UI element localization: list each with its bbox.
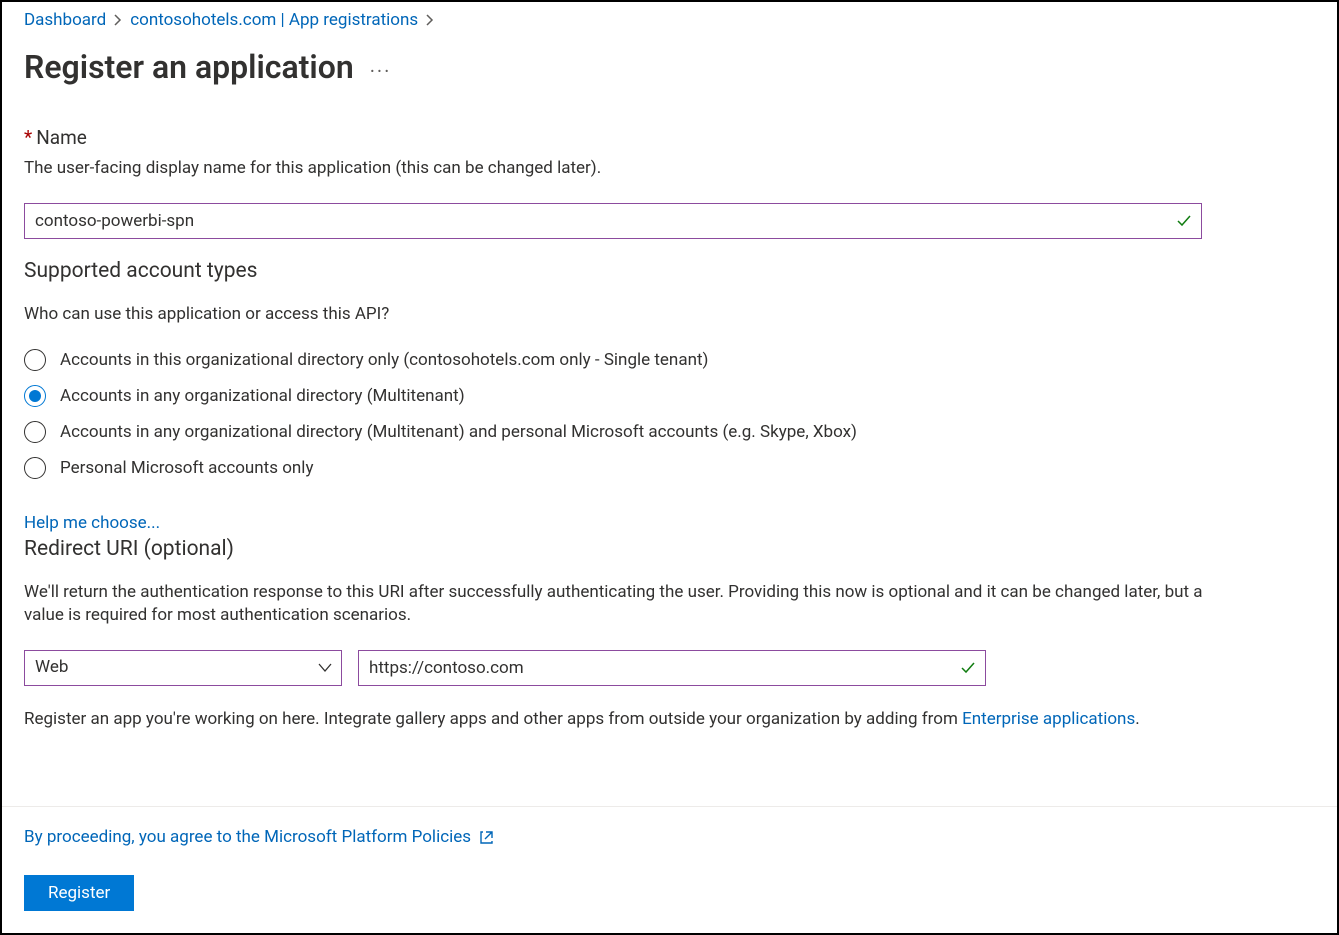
radio-icon (24, 457, 46, 479)
radio-icon (24, 385, 46, 407)
account-types-radio-group: Accounts in this organizational director… (24, 349, 1315, 479)
breadcrumb-app-registrations[interactable]: contosohotels.com | App registrations (130, 10, 418, 30)
more-icon[interactable]: ··· (370, 59, 392, 83)
account-types-subtitle: Who can use this application or access t… (24, 303, 1315, 327)
radio-multitenant[interactable]: Accounts in any organizational directory… (24, 385, 1315, 407)
chevron-right-icon (426, 14, 434, 26)
redirect-uri-input[interactable] (358, 650, 986, 686)
register-button[interactable]: Register (24, 875, 134, 911)
redirect-uri-help: We'll return the authentication response… (24, 581, 1224, 629)
radio-personal-only[interactable]: Personal Microsoft accounts only (24, 457, 1315, 479)
redirect-uri-title: Redirect URI (optional) (24, 537, 1315, 561)
name-help-text: The user-facing display name for this ap… (24, 157, 1315, 181)
integrate-help-text: Register an app you're working on here. … (24, 708, 1315, 732)
help-me-choose-link[interactable]: Help me choose... (24, 513, 1315, 533)
radio-multitenant-personal[interactable]: Accounts in any organizational directory… (24, 421, 1315, 443)
name-input[interactable] (24, 203, 1202, 239)
radio-label: Accounts in any organizational directory… (60, 422, 857, 442)
radio-icon (24, 421, 46, 443)
breadcrumb: Dashboard contosohotels.com | App regist… (24, 10, 1315, 30)
enterprise-applications-link[interactable]: Enterprise applications (962, 709, 1135, 729)
radio-label: Accounts in any organizational directory… (60, 386, 465, 406)
radio-single-tenant[interactable]: Accounts in this organizational director… (24, 349, 1315, 371)
chevron-right-icon (114, 14, 122, 26)
external-link-icon (479, 830, 494, 845)
platform-policies-link[interactable]: By proceeding, you agree to the Microsof… (24, 827, 494, 847)
footer: By proceeding, you agree to the Microsof… (2, 806, 1337, 933)
radio-label: Personal Microsoft accounts only (60, 458, 313, 478)
page-title: Register an application (24, 48, 354, 86)
breadcrumb-dashboard[interactable]: Dashboard (24, 10, 106, 30)
name-label: *Name (24, 126, 1315, 149)
radio-label: Accounts in this organizational director… (60, 350, 708, 370)
account-types-title: Supported account types (24, 259, 1315, 283)
radio-icon (24, 349, 46, 371)
required-asterisk: * (24, 126, 32, 149)
platform-select[interactable]: Web (24, 650, 342, 686)
